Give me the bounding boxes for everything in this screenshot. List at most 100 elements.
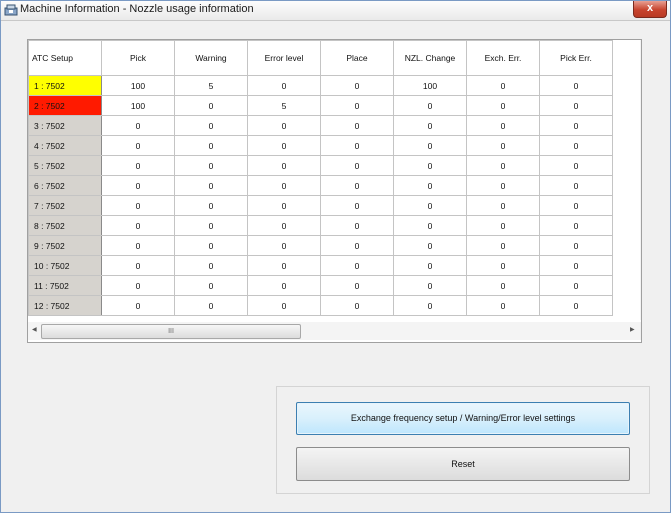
cell-pick-err[interactable]: 0 [539,275,613,296]
cell-nzl-change[interactable]: 0 [393,255,467,276]
cell-warning[interactable]: 0 [174,135,248,156]
cell-pick[interactable]: 0 [101,155,175,176]
close-button[interactable]: x [633,1,667,18]
table-row[interactable]: 1 : 7502 100 5 0 0 100 0 0 [28,75,613,96]
vertical-scrollbar[interactable]: ▲ ≡ ▼ [640,40,641,320]
cell-exch-err[interactable]: 0 [466,195,540,216]
cell-nzl-change[interactable]: 0 [393,295,467,316]
cell-nzl-change[interactable]: 0 [393,115,467,136]
cell-error-level[interactable]: 0 [247,135,321,156]
cell-warning[interactable]: 0 [174,215,248,236]
table-row[interactable]: 3 : 7502 0 0 0 0 0 0 0 [28,115,613,136]
column-header-place[interactable]: Place [320,40,394,76]
cell-warning[interactable]: 0 [174,255,248,276]
cell-pick[interactable]: 0 [101,135,175,156]
column-header-pick-err[interactable]: Pick Err. [539,40,613,76]
cell-pick[interactable]: 0 [101,295,175,316]
cell-nzl-change[interactable]: 0 [393,175,467,196]
cell-error-level[interactable]: 0 [247,215,321,236]
row-header-atc-slot[interactable]: 4 : 7502 [28,135,102,156]
column-header-error-level[interactable]: Error level [247,40,321,76]
cell-pick[interactable]: 100 [101,75,175,96]
cell-place[interactable]: 0 [320,155,394,176]
cell-error-level[interactable]: 0 [247,175,321,196]
cell-place[interactable]: 0 [320,175,394,196]
cell-place[interactable]: 0 [320,255,394,276]
cell-pick-err[interactable]: 0 [539,215,613,236]
table-row[interactable]: 7 : 7502 0 0 0 0 0 0 0 [28,195,613,216]
reset-button[interactable]: Reset [296,447,630,481]
table-row[interactable]: 6 : 7502 0 0 0 0 0 0 0 [28,175,613,196]
horizontal-scroll-thumb[interactable]: III [41,324,301,339]
cell-error-level[interactable]: 0 [247,195,321,216]
cell-pick-err[interactable]: 0 [539,195,613,216]
row-header-atc-slot[interactable]: 8 : 7502 [28,215,102,236]
cell-nzl-change[interactable]: 0 [393,275,467,296]
cell-pick-err[interactable]: 0 [539,295,613,316]
cell-place[interactable]: 0 [320,215,394,236]
cell-exch-err[interactable]: 0 [466,155,540,176]
exchange-frequency-setup-button[interactable]: Exchange frequency setup / Warning/Error… [296,402,630,435]
row-header-atc-slot[interactable]: 5 : 7502 [28,155,102,176]
cell-pick[interactable]: 0 [101,235,175,256]
cell-pick-err[interactable]: 0 [539,175,613,196]
cell-error-level[interactable]: 0 [247,255,321,276]
cell-place[interactable]: 0 [320,275,394,296]
table-row[interactable]: 12 : 7502 0 0 0 0 0 0 0 [28,295,613,316]
cell-error-level[interactable]: 0 [247,75,321,96]
column-header-nzl-change[interactable]: NZL. Change [393,40,467,76]
cell-exch-err[interactable]: 0 [466,215,540,236]
cell-pick-err[interactable]: 0 [539,235,613,256]
cell-place[interactable]: 0 [320,135,394,156]
row-header-atc-slot[interactable]: 11 : 7502 [28,275,102,296]
cell-exch-err[interactable]: 0 [466,275,540,296]
cell-exch-err[interactable]: 0 [466,95,540,116]
row-header-atc-slot[interactable]: 6 : 7502 [28,175,102,196]
table-row[interactable]: 4 : 7502 0 0 0 0 0 0 0 [28,135,613,156]
cell-pick-err[interactable]: 0 [539,95,613,116]
row-header-atc-slot[interactable]: 7 : 7502 [28,195,102,216]
cell-warning[interactable]: 0 [174,115,248,136]
column-header-pick[interactable]: Pick [101,40,175,76]
cell-nzl-change[interactable]: 0 [393,215,467,236]
cell-error-level[interactable]: 0 [247,155,321,176]
cell-warning[interactable]: 0 [174,235,248,256]
column-header-warning[interactable]: Warning [174,40,248,76]
table-row[interactable]: 2 : 7502 100 0 5 0 0 0 0 [28,95,613,116]
horizontal-scrollbar[interactable]: ◀ III ▶ [28,322,640,340]
table-row[interactable]: 8 : 7502 0 0 0 0 0 0 0 [28,215,613,236]
cell-pick-err[interactable]: 0 [539,155,613,176]
cell-pick[interactable]: 0 [101,115,175,136]
table-row[interactable]: 9 : 7502 0 0 0 0 0 0 0 [28,235,613,256]
cell-error-level[interactable]: 0 [247,295,321,316]
cell-warning[interactable]: 5 [174,75,248,96]
cell-nzl-change[interactable]: 0 [393,155,467,176]
table-row[interactable]: 5 : 7502 0 0 0 0 0 0 0 [28,155,613,176]
cell-place[interactable]: 0 [320,235,394,256]
cell-exch-err[interactable]: 0 [466,135,540,156]
cell-exch-err[interactable]: 0 [466,115,540,136]
cell-place[interactable]: 0 [320,295,394,316]
cell-nzl-change[interactable]: 0 [393,195,467,216]
cell-warning[interactable]: 0 [174,175,248,196]
chevron-right-icon[interactable]: ▶ [630,326,635,333]
cell-place[interactable]: 0 [320,95,394,116]
cell-pick-err[interactable]: 0 [539,255,613,276]
cell-pick[interactable]: 100 [101,95,175,116]
cell-warning[interactable]: 0 [174,295,248,316]
cell-warning[interactable]: 0 [174,155,248,176]
cell-pick[interactable]: 0 [101,215,175,236]
cell-pick-err[interactable]: 0 [539,135,613,156]
cell-pick[interactable]: 0 [101,275,175,296]
cell-nzl-change[interactable]: 0 [393,95,467,116]
cell-warning[interactable]: 0 [174,275,248,296]
cell-warning[interactable]: 0 [174,95,248,116]
row-header-atc-slot[interactable]: 9 : 7502 [28,235,102,256]
cell-warning[interactable]: 0 [174,195,248,216]
cell-pick[interactable]: 0 [101,255,175,276]
cell-exch-err[interactable]: 0 [466,255,540,276]
cell-place[interactable]: 0 [320,75,394,96]
cell-exch-err[interactable]: 0 [466,175,540,196]
cell-exch-err[interactable]: 0 [466,75,540,96]
cell-pick[interactable]: 0 [101,195,175,216]
